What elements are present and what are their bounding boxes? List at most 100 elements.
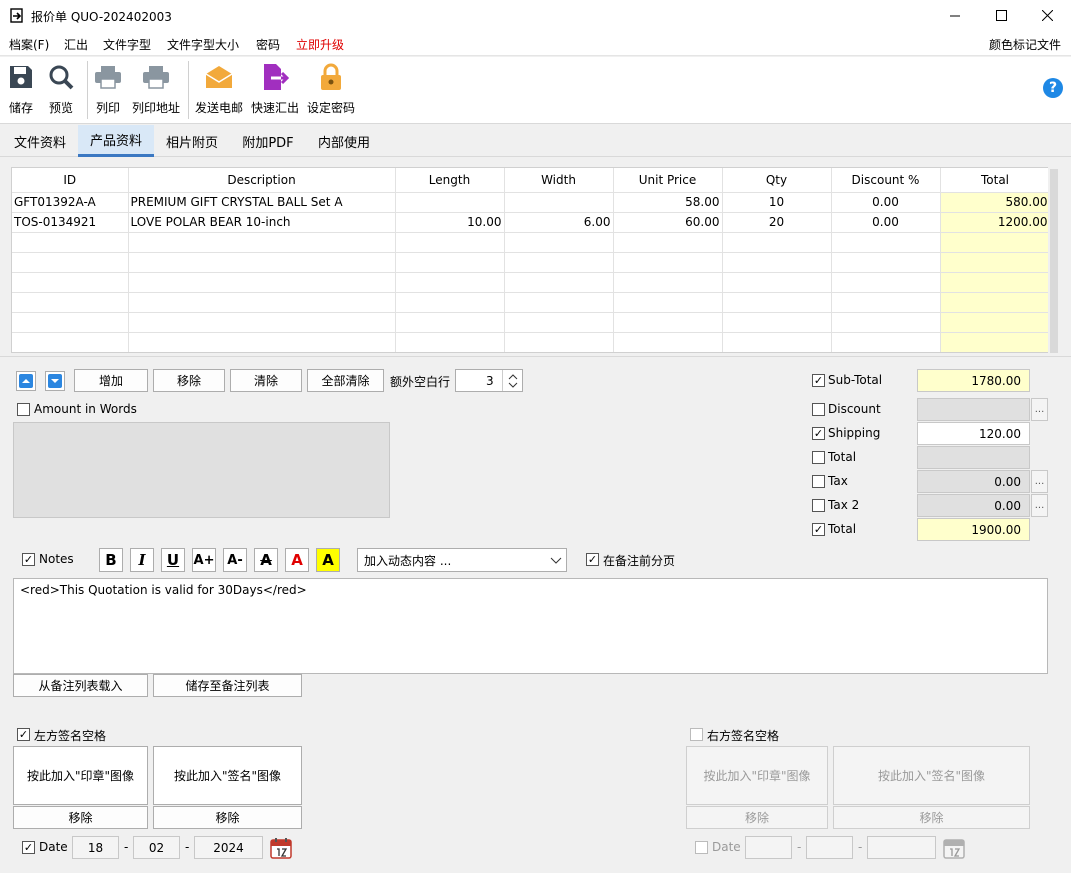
cell-description[interactable]: PREMIUM GIFT CRYSTAL BALL Set A — [128, 192, 396, 213]
cell-unit-price[interactable]: 58.00 — [613, 192, 723, 213]
table-row[interactable] — [12, 272, 1051, 293]
left-date-month[interactable]: 02 — [133, 836, 180, 859]
print-address-button[interactable]: 列印地址 — [131, 61, 181, 119]
total-checkbox[interactable]: ✓ — [812, 523, 825, 536]
tax-more-button[interactable]: ... — [1031, 470, 1048, 493]
save-to-notes-list-button[interactable]: 储存至备注列表 — [153, 674, 302, 697]
amount-in-words-checkbox[interactable] — [17, 403, 30, 416]
cell-discount[interactable] — [831, 332, 941, 352]
cell-description[interactable] — [128, 252, 396, 273]
menu-doc-font[interactable]: 文件字型 — [103, 36, 151, 53]
print-button[interactable]: 列印 — [92, 61, 124, 119]
cell-width[interactable] — [504, 312, 614, 333]
load-from-notes-list-button[interactable]: 从备注列表载入 — [13, 674, 148, 697]
page-break-checkbox[interactable]: ✓ — [586, 553, 599, 566]
subtotal-checkbox[interactable]: ✓ — [812, 374, 825, 387]
cell-qty[interactable]: 20 — [722, 212, 832, 233]
tab-attach-pdf[interactable]: 附加PDF — [230, 125, 306, 157]
menu-color-tag[interactable]: 颜色标记文件 — [989, 36, 1061, 53]
cell-length[interactable] — [395, 192, 505, 213]
right-stamp-remove-button[interactable]: 移除 — [686, 806, 828, 829]
italic-button[interactable]: I — [130, 548, 154, 572]
col-header-total[interactable]: Total — [940, 168, 1051, 193]
cell-qty[interactable]: 10 — [722, 192, 832, 213]
cell-discount[interactable] — [831, 272, 941, 293]
product-grid[interactable]: ID Description Length Width Unit Price Q… — [11, 167, 1060, 353]
table-row[interactable] — [12, 332, 1051, 352]
cell-length[interactable] — [395, 312, 505, 333]
left-date-checkbox[interactable]: ✓ — [22, 841, 35, 854]
cell-width[interactable] — [504, 232, 614, 253]
cell-description[interactable] — [128, 292, 396, 313]
cell-unit-price[interactable]: 60.00 — [613, 212, 723, 233]
table-row[interactable] — [12, 232, 1051, 253]
move-up-button[interactable] — [16, 371, 36, 391]
font-size-increase-button[interactable]: A+ — [192, 548, 216, 572]
cell-width[interactable]: 6.00 — [504, 212, 614, 233]
menu-file[interactable]: 档案(F) — [9, 36, 49, 53]
cell-length[interactable] — [395, 272, 505, 293]
highlight-button[interactable]: A — [316, 548, 340, 572]
cell-description[interactable]: LOVE POLAR BEAR 10-inch — [128, 212, 396, 233]
right-signature-remove-button[interactable]: 移除 — [833, 806, 1030, 829]
tax-checkbox[interactable] — [812, 475, 825, 488]
col-header-description[interactable]: Description — [128, 168, 396, 193]
add-row-button[interactable]: 增加 — [74, 369, 148, 392]
scrollbar-thumb[interactable] — [1050, 169, 1058, 353]
cell-qty[interactable] — [722, 232, 832, 253]
table-row[interactable]: GFT01392A-A PREMIUM GIFT CRYSTAL BALL Se… — [12, 192, 1051, 213]
table-row[interactable] — [12, 312, 1051, 333]
chevron-down-icon[interactable] — [507, 382, 519, 390]
cell-unit-price[interactable] — [613, 312, 723, 333]
close-button[interactable] — [1024, 0, 1070, 31]
preview-button[interactable]: 预览 — [43, 61, 79, 119]
cell-width[interactable] — [504, 192, 614, 213]
left-calendar-button[interactable] — [269, 836, 293, 859]
clear-row-button[interactable]: 清除 — [230, 369, 302, 392]
right-calendar-button[interactable] — [942, 836, 966, 859]
underline-button[interactable]: U — [161, 548, 185, 572]
cell-description[interactable] — [128, 332, 396, 352]
cell-unit-price[interactable] — [613, 272, 723, 293]
cell-id[interactable] — [12, 252, 129, 273]
remove-row-button[interactable]: 移除 — [153, 369, 225, 392]
tab-internal-use[interactable]: 内部使用 — [306, 125, 382, 157]
maximize-button[interactable] — [978, 0, 1024, 31]
cell-unit-price[interactable] — [613, 292, 723, 313]
help-icon[interactable]: ? — [1043, 78, 1063, 98]
right-date-year[interactable] — [867, 836, 936, 859]
cell-width[interactable] — [504, 252, 614, 273]
extra-blank-rows-stepper[interactable]: 3 — [455, 369, 523, 392]
font-color-button[interactable]: A — [285, 548, 309, 572]
cell-qty[interactable] — [722, 332, 832, 352]
col-header-discount[interactable]: Discount % — [831, 168, 941, 193]
right-date-month[interactable] — [806, 836, 853, 859]
menu-upgrade[interactable]: 立即升级 — [296, 36, 344, 53]
tax2-checkbox[interactable] — [812, 499, 825, 512]
right-date-day[interactable] — [745, 836, 792, 859]
left-signature-checkbox[interactable]: ✓ — [17, 728, 30, 741]
menu-doc-font-size[interactable]: 文件字型大小 — [167, 36, 239, 53]
col-header-width[interactable]: Width — [504, 168, 614, 193]
left-date-year[interactable]: 2024 — [194, 836, 263, 859]
left-stamp-remove-button[interactable]: 移除 — [13, 806, 148, 829]
cell-unit-price[interactable] — [613, 332, 723, 352]
col-header-id[interactable]: ID — [12, 168, 129, 193]
send-email-button[interactable]: 发送电邮 — [193, 61, 245, 119]
cell-id[interactable] — [12, 312, 129, 333]
cell-id[interactable] — [12, 332, 129, 352]
minimize-button[interactable] — [932, 0, 978, 31]
right-date-checkbox[interactable] — [695, 841, 708, 854]
dynamic-content-dropdown[interactable]: 加入动态内容 ... — [357, 548, 567, 572]
cell-length[interactable] — [395, 252, 505, 273]
cell-discount[interactable]: 0.00 — [831, 192, 941, 213]
move-down-button[interactable] — [45, 371, 65, 391]
discount-checkbox[interactable] — [812, 403, 825, 416]
total1-checkbox[interactable] — [812, 451, 825, 464]
cell-length[interactable] — [395, 332, 505, 352]
cell-qty[interactable] — [722, 272, 832, 293]
table-row[interactable]: TOS-0134921 LOVE POLAR BEAR 10-inch 10.0… — [12, 212, 1051, 233]
discount-more-button[interactable]: ... — [1031, 398, 1048, 421]
cell-id[interactable]: TOS-0134921 — [12, 212, 129, 233]
tax2-more-button[interactable]: ... — [1031, 494, 1048, 517]
